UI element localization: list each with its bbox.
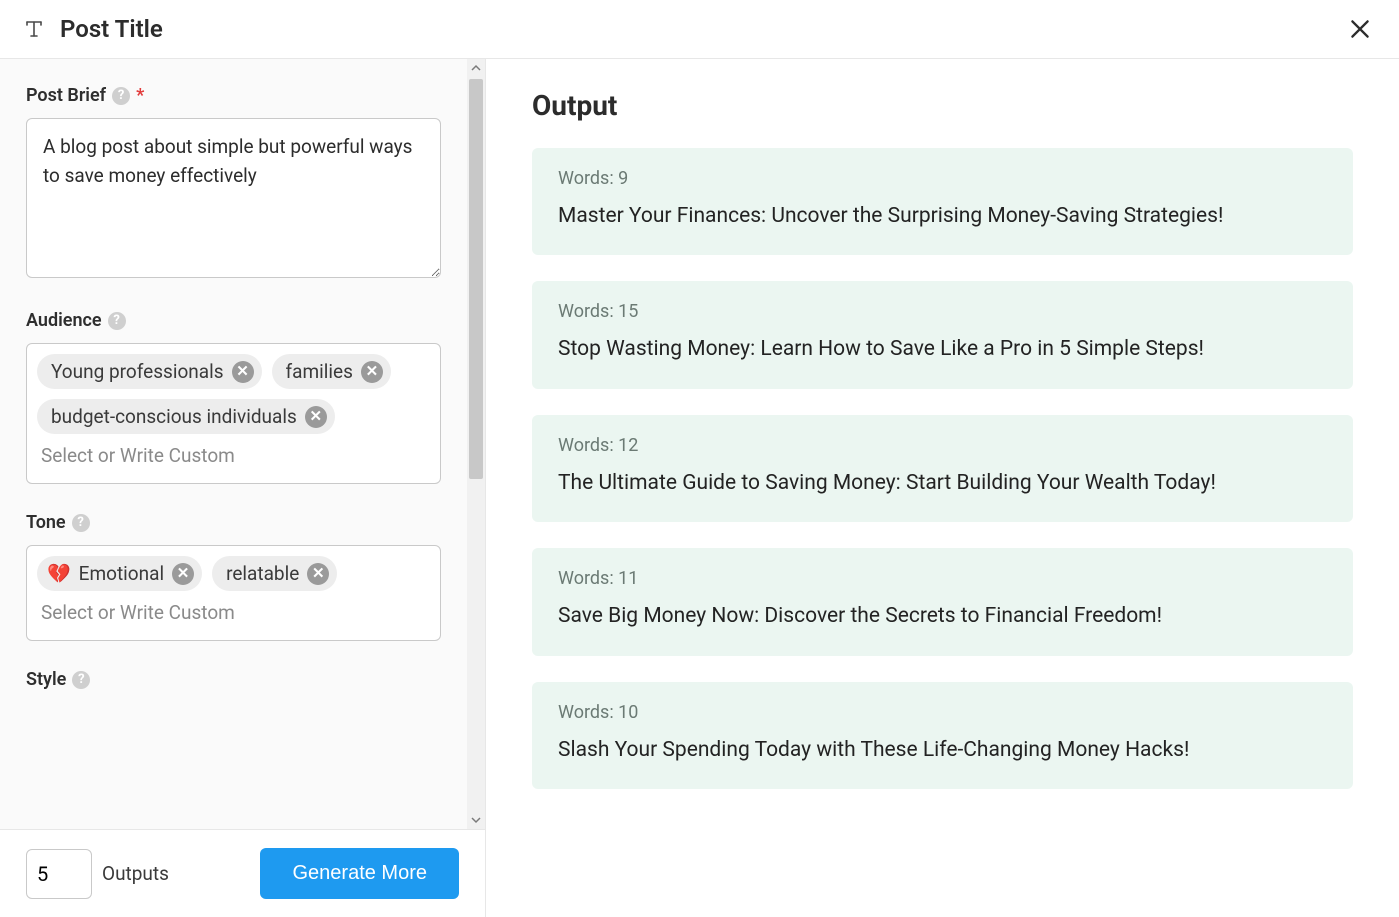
- broken-heart-icon: 💔: [47, 562, 71, 585]
- word-count: Words: 15: [558, 301, 1327, 322]
- tone-tags: 💔 Emotional ✕ relatable ✕: [37, 556, 430, 591]
- tag-remove-button[interactable]: ✕: [305, 406, 327, 428]
- tone-tag: 💔 Emotional ✕: [37, 556, 202, 591]
- body: Post Brief ? * Audience ?: [0, 59, 1399, 917]
- tag-label: Emotional: [79, 562, 164, 585]
- field-style: Style ?: [26, 669, 441, 690]
- tone-tagbox[interactable]: 💔 Emotional ✕ relatable ✕: [26, 545, 441, 641]
- audience-label-row: Audience ?: [26, 310, 441, 331]
- result-title: Slash Your Spending Today with These Lif…: [558, 735, 1327, 765]
- result-title: The Ultimate Guide to Saving Money: Star…: [558, 468, 1327, 498]
- tag-label: relatable: [226, 562, 299, 585]
- tag-remove-button[interactable]: ✕: [361, 361, 383, 383]
- scroll-thumb[interactable]: [469, 79, 483, 479]
- output-panel: Output Words: 9 Master Your Finances: Un…: [486, 59, 1399, 917]
- post-brief-label-row: Post Brief ? *: [26, 85, 441, 106]
- help-icon[interactable]: ?: [72, 671, 90, 689]
- scroll-down-button[interactable]: [467, 811, 485, 829]
- field-tone: Tone ? 💔 Emotional ✕: [26, 512, 441, 641]
- post-brief-label: Post Brief: [26, 85, 106, 106]
- word-count: Words: 10: [558, 702, 1327, 723]
- word-count: Words: 11: [558, 568, 1327, 589]
- scrollbar[interactable]: [467, 59, 485, 829]
- post-brief-textarea[interactable]: [26, 118, 441, 278]
- header-left: Post Title: [22, 15, 163, 43]
- sidebar: Post Brief ? * Audience ?: [0, 59, 486, 917]
- audience-label: Audience: [26, 310, 102, 331]
- tone-input[interactable]: [37, 591, 430, 638]
- outputs-label: Outputs: [102, 862, 169, 885]
- result-card[interactable]: Words: 10 Slash Your Spending Today with…: [532, 682, 1353, 789]
- outputs-control: Outputs: [26, 849, 169, 899]
- word-count: Words: 9: [558, 168, 1327, 189]
- audience-tagbox[interactable]: Young professionals ✕ families ✕ budget-…: [26, 343, 441, 484]
- tag-remove-button[interactable]: ✕: [232, 361, 254, 383]
- tag-label: families: [286, 360, 353, 383]
- help-icon[interactable]: ?: [112, 87, 130, 105]
- field-audience: Audience ? Young professionals ✕ familie: [26, 310, 441, 484]
- tag-label: Young professionals: [51, 360, 224, 383]
- chevron-up-icon: [471, 63, 481, 73]
- sidebar-footer: Outputs Generate More: [0, 829, 485, 917]
- field-post-brief: Post Brief ? *: [26, 85, 441, 282]
- tag-remove-button[interactable]: ✕: [307, 563, 329, 585]
- style-label-row: Style ?: [26, 669, 441, 690]
- tag-label: budget-conscious individuals: [51, 405, 297, 428]
- audience-tag: Young professionals ✕: [37, 354, 262, 389]
- generate-more-button[interactable]: Generate More: [260, 848, 459, 899]
- header: Post Title: [0, 0, 1399, 59]
- result-card[interactable]: Words: 15 Stop Wasting Money: Learn How …: [532, 281, 1353, 388]
- scroll-up-button[interactable]: [467, 59, 485, 77]
- result-title: Master Your Finances: Uncover the Surpri…: [558, 201, 1327, 231]
- audience-tag: families ✕: [272, 354, 391, 389]
- help-icon[interactable]: ?: [72, 514, 90, 532]
- tone-label: Tone: [26, 512, 66, 533]
- required-star: *: [136, 85, 144, 106]
- style-label: Style: [26, 669, 66, 690]
- result-card[interactable]: Words: 11 Save Big Money Now: Discover t…: [532, 548, 1353, 655]
- sidebar-scroll-wrap: Post Brief ? * Audience ?: [0, 59, 485, 829]
- tone-label-row: Tone ?: [26, 512, 441, 533]
- page-title: Post Title: [60, 15, 163, 43]
- chevron-down-icon: [471, 815, 481, 825]
- audience-tags: Young professionals ✕ families ✕ budget-…: [37, 354, 430, 434]
- audience-tag: budget-conscious individuals ✕: [37, 399, 335, 434]
- audience-input[interactable]: [37, 434, 430, 481]
- help-icon[interactable]: ?: [108, 312, 126, 330]
- output-heading: Output: [532, 89, 1353, 122]
- result-title: Save Big Money Now: Discover the Secrets…: [558, 601, 1327, 631]
- result-card[interactable]: Words: 12 The Ultimate Guide to Saving M…: [532, 415, 1353, 522]
- tag-remove-button[interactable]: ✕: [172, 563, 194, 585]
- tone-tag: relatable ✕: [212, 556, 337, 591]
- close-icon: [1347, 16, 1373, 42]
- outputs-count-input[interactable]: [26, 849, 92, 899]
- word-count: Words: 12: [558, 435, 1327, 456]
- result-card[interactable]: Words: 9 Master Your Finances: Uncover t…: [532, 148, 1353, 255]
- text-icon: [22, 17, 46, 41]
- close-button[interactable]: [1343, 12, 1377, 46]
- result-title: Stop Wasting Money: Learn How to Save Li…: [558, 334, 1327, 364]
- sidebar-form: Post Brief ? * Audience ?: [0, 59, 467, 829]
- app-root: Post Title Post Brief ? *: [0, 0, 1399, 917]
